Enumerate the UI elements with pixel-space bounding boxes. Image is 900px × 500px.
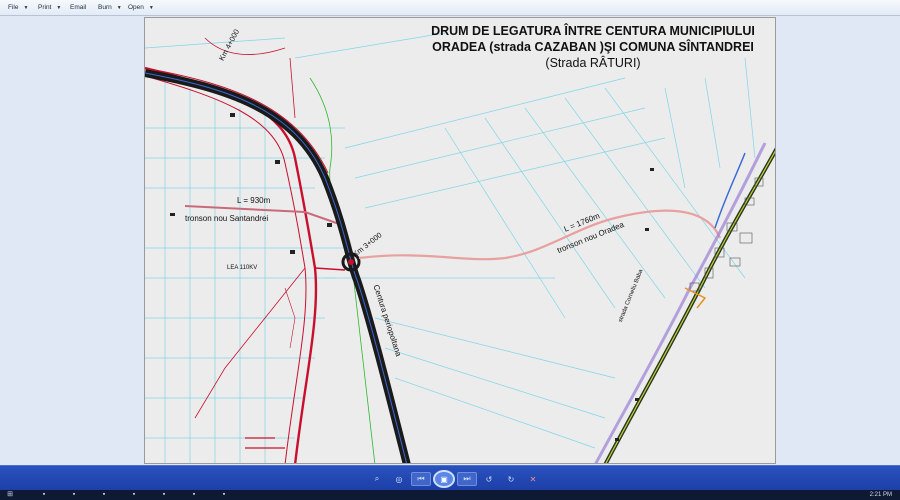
taskbar-app-icon[interactable]: ▪ xyxy=(220,491,228,499)
viewer-controls-bar: ⌕ ◎ ⏮ ▣ ⏭ ↺ ↻ ✕ xyxy=(0,465,900,490)
zoom-icon[interactable]: ⌕ xyxy=(367,472,387,486)
map-title-line2: ORADEA (strada CAZABAN )ŞI COMUNA SÎNTAN… xyxy=(432,40,754,54)
chevron-down-icon: ▼ xyxy=(23,4,29,11)
rotate-right-icon[interactable]: ↻ xyxy=(501,472,521,486)
taskbar: ⊞ ▪ ▪ ▪ ▪ ▪ ▪ ▪ 2:21 PM xyxy=(0,490,900,500)
green-boundary xyxy=(309,77,376,463)
menu-burn-label: Burn xyxy=(98,4,112,11)
menu-toolbar: File ▼ Print ▼ Email Burn ▼ Open ▼ xyxy=(0,0,900,16)
menu-email-label: Email xyxy=(70,4,87,11)
menu-print-label: Print xyxy=(38,4,52,11)
taskbar-clock: 2:21 PM xyxy=(869,492,892,498)
start-icon[interactable]: ⊞ xyxy=(6,491,14,499)
taskbar-app-icon[interactable]: ▪ xyxy=(70,491,78,499)
slideshow-icon[interactable]: ▣ xyxy=(433,470,455,488)
menu-burn[interactable]: Burn ▼ xyxy=(94,1,124,15)
menu-open[interactable]: Open ▼ xyxy=(124,1,158,15)
menu-email[interactable]: Email xyxy=(66,1,94,15)
map-title-line1: DRUM DE LEGATURA ÎNTRE CENTURA MUNICIPIU… xyxy=(431,24,755,38)
roundabout-center xyxy=(348,259,354,265)
eastern-road xyxy=(594,142,775,463)
chevron-down-icon: ▼ xyxy=(148,4,154,11)
taskbar-app-icon[interactable]: ▪ xyxy=(100,491,108,499)
menu-file[interactable]: File ▼ xyxy=(4,1,34,15)
taskbar-app-icon[interactable]: ▪ xyxy=(130,491,138,499)
taskbar-app-icon[interactable]: ▪ xyxy=(160,491,168,499)
chevron-down-icon: ▼ xyxy=(116,4,122,11)
label-lea-110kv: LEA 110KV xyxy=(227,265,258,271)
playback-controls: ⌕ ◎ ⏮ ▣ ⏭ ↺ ↻ ✕ xyxy=(366,470,544,488)
chevron-down-icon: ▼ xyxy=(56,4,62,11)
previous-icon[interactable]: ⏮ xyxy=(411,472,431,486)
image-viewport[interactable]: DRUM DE LEGATURA ÎNTRE CENTURA MUNICIPIU… xyxy=(0,16,900,465)
menu-file-label: File xyxy=(8,4,19,11)
label-tronson-santandrei: tronson nou Santandrei xyxy=(185,214,269,223)
map-title: DRUM DE LEGATURA ÎNTRE CENTURA MUNICIPIU… xyxy=(417,23,769,71)
menu-print[interactable]: Print ▼ xyxy=(34,1,66,15)
menu-open-label: Open xyxy=(128,4,144,11)
taskbar-app-icon[interactable]: ▪ xyxy=(40,491,48,499)
delete-icon[interactable]: ✕ xyxy=(523,472,543,486)
photo-viewer-window: File ▼ Print ▼ Email Burn ▼ Open ▼ DRUM … xyxy=(0,0,900,500)
label-l930: L = 930m xyxy=(237,196,271,205)
map-image: DRUM DE LEGATURA ÎNTRE CENTURA MUNICIPIU… xyxy=(144,17,776,464)
map-title-line3: (Strada RÂTURI) xyxy=(545,56,641,70)
rotate-left-icon[interactable]: ↺ xyxy=(479,472,499,486)
map-drawing xyxy=(145,32,775,463)
next-icon[interactable]: ⏭ xyxy=(457,472,477,486)
taskbar-app-icon[interactable]: ▪ xyxy=(190,491,198,499)
actual-size-icon[interactable]: ◎ xyxy=(389,472,409,486)
small-markers xyxy=(170,113,654,441)
